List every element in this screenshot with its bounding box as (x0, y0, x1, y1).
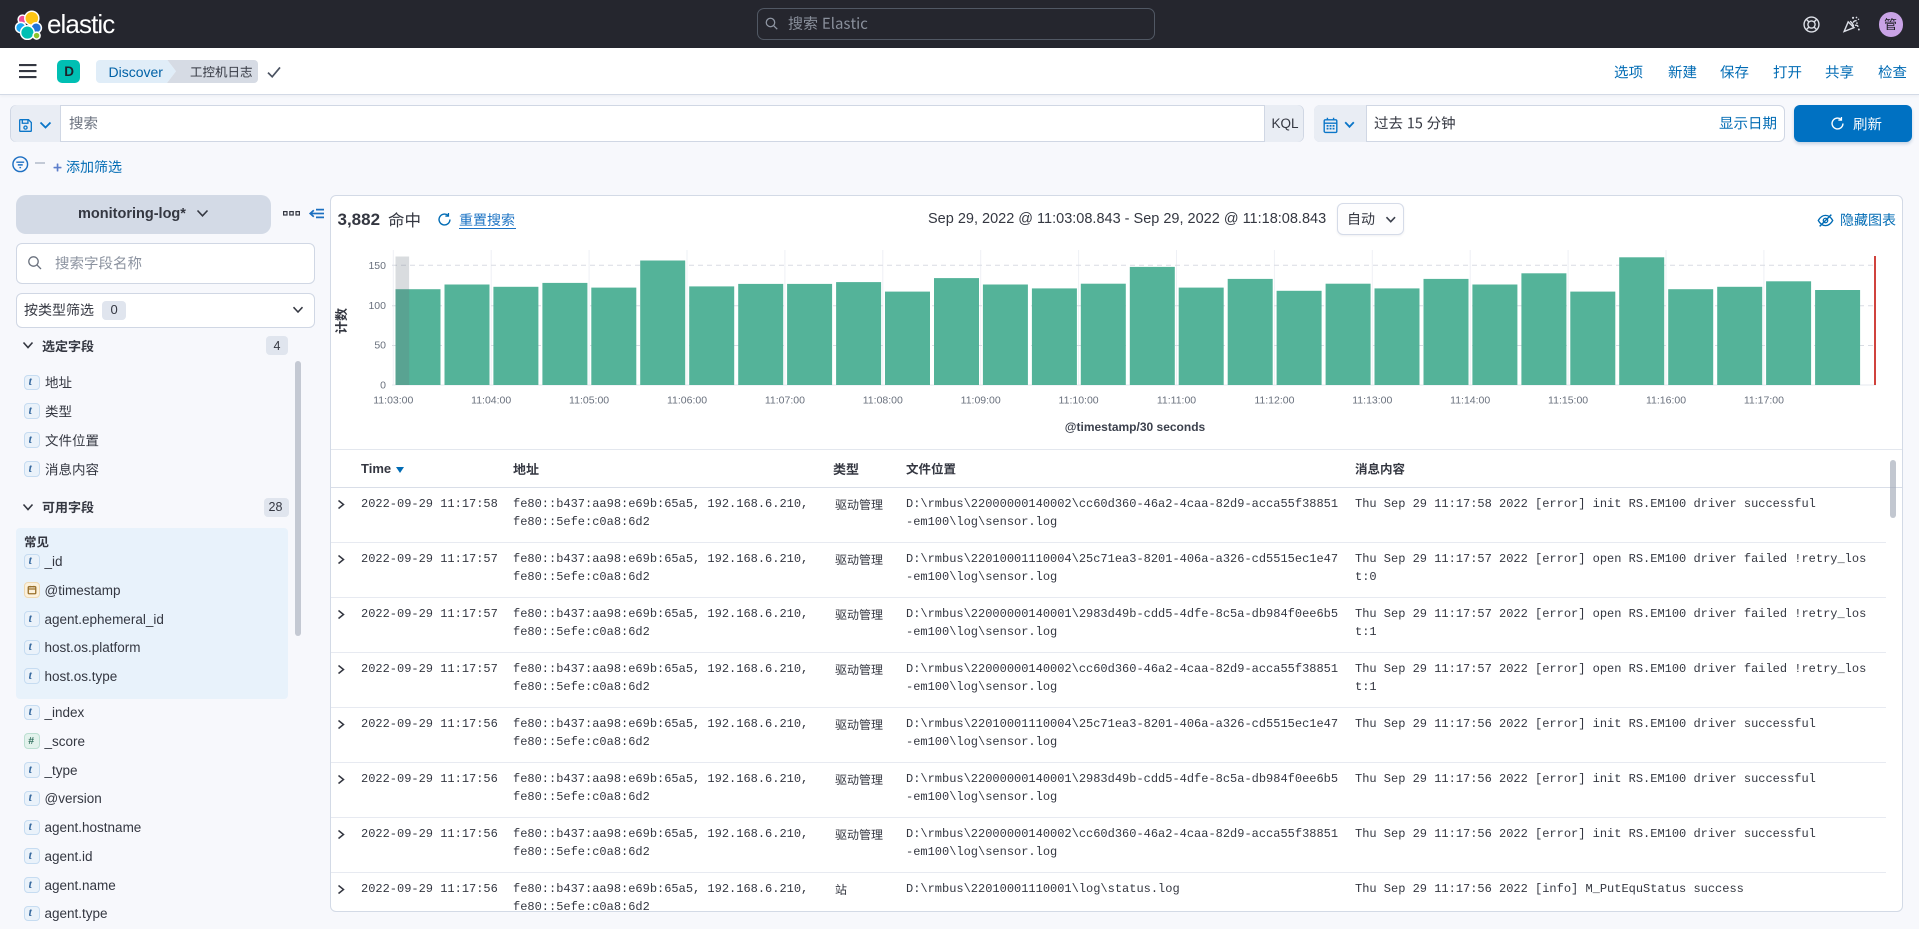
svg-text:11:04:00: 11:04:00 (471, 395, 511, 407)
svg-text:11:13:00: 11:13:00 (1352, 395, 1392, 407)
svg-text:100: 100 (368, 300, 386, 312)
svg-text:11:11:00: 11:11:00 (1157, 395, 1196, 407)
svg-text:@timestamp/30 seconds: @timestamp/30 seconds (1065, 420, 1206, 434)
svg-text:11:16:00: 11:16:00 (1646, 395, 1686, 407)
svg-text:0: 0 (380, 380, 386, 392)
svg-text:11:05:00: 11:05:00 (569, 395, 609, 407)
svg-text:11:09:00: 11:09:00 (961, 395, 1001, 407)
svg-text:11:12:00: 11:12:00 (1254, 395, 1294, 407)
svg-text:11:08:00: 11:08:00 (863, 395, 903, 407)
svg-text:11:10:00: 11:10:00 (1059, 395, 1099, 407)
svg-text:11:17:00: 11:17:00 (1744, 395, 1784, 407)
svg-text:11:14:00: 11:14:00 (1450, 395, 1490, 407)
svg-text:11:06:00: 11:06:00 (667, 395, 707, 407)
svg-text:11:07:00: 11:07:00 (765, 395, 805, 407)
svg-text:11:03:00: 11:03:00 (373, 395, 413, 407)
svg-text:150: 150 (368, 260, 386, 272)
svg-text:50: 50 (374, 340, 386, 352)
svg-text:11:15:00: 11:15:00 (1548, 395, 1588, 407)
